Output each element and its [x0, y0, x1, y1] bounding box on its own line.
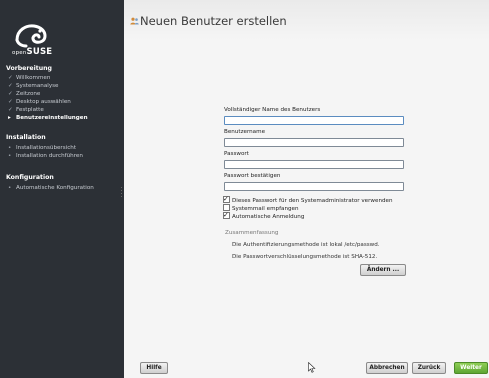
confirm-password-label: Passwort bestätigen — [224, 173, 281, 179]
password-field[interactable] — [224, 160, 404, 169]
fullname-label: Vollständiger Name des Benutzers — [224, 107, 321, 113]
sidebar-step-system-analysis: ✓ Systemanalyse — [8, 83, 59, 89]
installer-window: openSUSE Vorbereitung ✓ Willkommen ✓ Syste… — [0, 0, 489, 378]
password-label: Passwort — [224, 151, 249, 157]
summary-auth-method: Die Authentifizierungsmethode ist lokal … — [232, 242, 380, 248]
main-panel: Neuen Benutzer erstellen Vollständiger N… — [124, 0, 489, 378]
fullname-field[interactable] — [224, 116, 404, 125]
help-button[interactable]: Hilfe — [140, 362, 168, 374]
confirm-password-field[interactable] — [224, 182, 404, 191]
current-step-arrow-icon: ▸ — [8, 115, 11, 121]
abort-button[interactable]: Abbrechen — [366, 362, 408, 374]
bullet-icon: • — [8, 185, 12, 191]
receive-system-mail-checkbox[interactable]: Systemmail empfangen — [223, 204, 299, 212]
opensuse-chameleon-logo — [15, 24, 47, 48]
sidebar-resize-handle[interactable] — [120, 186, 123, 198]
checkmark-icon: ✓ — [8, 91, 13, 97]
back-button[interactable]: Zurück — [412, 362, 446, 374]
sidebar-section-preparation: Vorbereitung — [6, 65, 52, 72]
checkmark-icon: ✓ — [8, 107, 13, 113]
users-icon — [130, 17, 139, 25]
sidebar-step-perform-install: • Installation durchführen — [8, 153, 83, 159]
opensuse-wordmark: openSUSE — [12, 47, 53, 57]
page-title: Neuen Benutzer erstellen — [140, 14, 287, 28]
checkmark-icon: ✓ — [8, 99, 13, 105]
sidebar-step-welcome: ✓ Willkommen — [8, 75, 51, 81]
summary-encryption-method: Die Passwortverschlüsselungsmethode ist … — [232, 254, 378, 260]
username-label: Benutzername — [224, 129, 266, 135]
checkmark-icon: ✓ — [8, 75, 13, 81]
mouse-pointer-icon — [308, 362, 316, 373]
next-button[interactable]: Weiter — [454, 362, 488, 374]
auto-login-checkbox[interactable]: Automatische Anmeldung — [223, 212, 304, 220]
checkbox-checked-icon[interactable] — [223, 212, 230, 219]
sidebar-section-configuration: Konfiguration — [6, 174, 54, 181]
checkbox-checked-icon[interactable] — [223, 196, 230, 203]
sidebar-step-timezone: ✓ Zeitzone — [8, 91, 41, 97]
sidebar: openSUSE Vorbereitung ✓ Willkommen ✓ Syste… — [0, 0, 124, 378]
username-field[interactable] — [224, 138, 404, 147]
checkbox-unchecked-icon[interactable] — [223, 204, 230, 211]
summary-heading: Zusammenfassung — [225, 230, 279, 236]
sidebar-step-desktop: ✓ Desktop auswählen — [8, 99, 71, 105]
sidebar-step-auto-config: • Automatische Konfiguration — [8, 185, 94, 191]
bullet-icon: • — [8, 153, 12, 159]
sidebar-step-user-settings: ▸ Benutzereinstellungen — [8, 115, 88, 121]
checkmark-icon: ✓ — [8, 83, 13, 89]
sidebar-step-install-overview: • Installationsübersicht — [8, 145, 77, 151]
bullet-icon: • — [8, 145, 12, 151]
sidebar-step-disk: ✓ Festplatte — [8, 107, 44, 113]
sidebar-section-installation: Installation — [6, 134, 46, 141]
change-button[interactable]: Ändern ... — [360, 264, 406, 276]
use-for-root-checkbox[interactable]: Dieses Passwort für den Systemadministra… — [223, 196, 393, 204]
